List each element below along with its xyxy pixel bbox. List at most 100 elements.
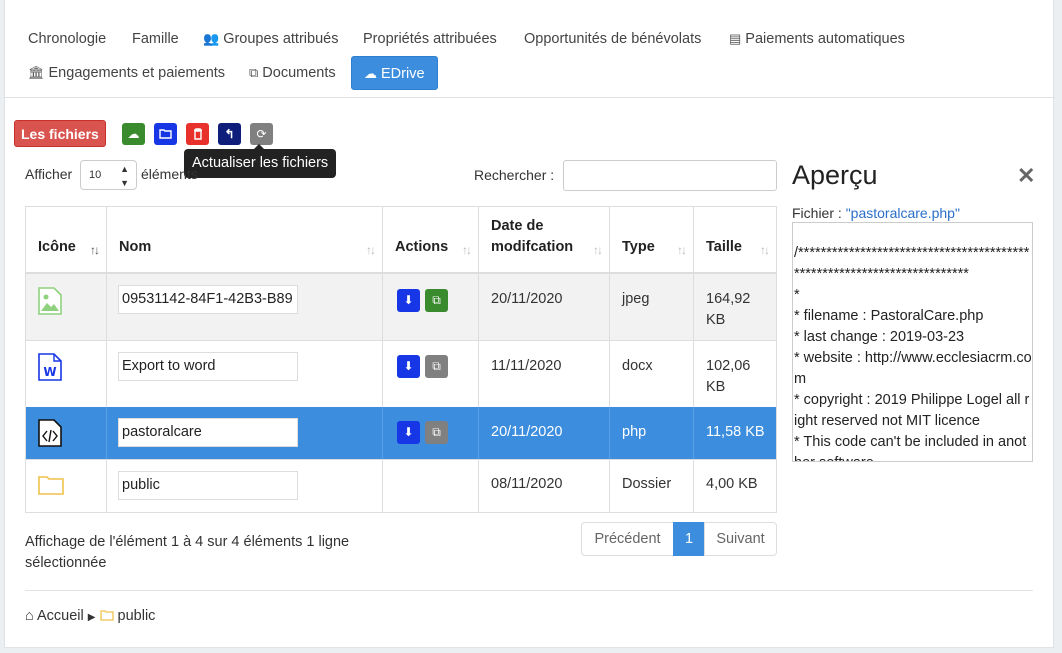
breadcrumb-home[interactable]: Accueil: [37, 608, 84, 624]
svg-text:W: W: [43, 365, 56, 379]
name-field[interactable]: pastoralcare: [118, 418, 298, 447]
refresh-button[interactable]: ⟳: [250, 123, 273, 145]
icon-cell: [26, 407, 107, 460]
type-text: Dossier: [622, 476, 672, 492]
footer-divider: [25, 590, 1033, 591]
name-field[interactable]: 09531142-84F1-42B3-B89: [118, 285, 298, 314]
table-info: Affichage de l'élément 1 à 4 sur 4 éléme…: [25, 534, 350, 571]
table-row-selected[interactable]: pastoralcare ⬇ ⧉ 20/11/2020 php 11,58 KB: [26, 407, 776, 460]
sort-icon: ↑↓: [593, 243, 603, 257]
type-cell: php: [610, 407, 694, 460]
tab-chronologie[interactable]: Chronologie: [19, 22, 115, 56]
tab-label: Engagements et paiements: [48, 65, 226, 81]
page-length-select[interactable]: 10 ▲ ▼: [80, 160, 137, 190]
folder-up-button[interactable]: ↰: [218, 123, 241, 145]
name-field[interactable]: public: [118, 471, 298, 500]
tab-label: EDrive: [381, 66, 425, 82]
tab-edrive[interactable]: ☁ EDrive: [351, 56, 438, 90]
share-icon: ⧉: [432, 425, 441, 439]
share-button[interactable]: ⧉: [425, 355, 448, 378]
size-cell: 11,58 KB: [694, 407, 776, 460]
new-folder-button[interactable]: [154, 123, 177, 145]
header-nom[interactable]: Nom ↑↓: [107, 207, 383, 274]
tab-famille[interactable]: Famille: [123, 22, 188, 56]
header-icone[interactable]: Icône ↑↓: [26, 207, 107, 274]
name-cell: 09531142-84F1-42B3-B89: [107, 274, 383, 341]
header-actions[interactable]: Actions ↑↓: [383, 207, 479, 274]
close-icon[interactable]: ✕: [1017, 163, 1035, 189]
profile-card: Chronologie Famille 👥 Groupes attribués P…: [4, 0, 1055, 648]
date-cell: 11/11/2020: [479, 341, 610, 407]
header-date[interactable]: Date de modifcation ↑↓: [479, 207, 610, 274]
home-icon: ⌂: [25, 608, 34, 624]
row-divider: [26, 459, 776, 460]
table-row[interactable]: public 08/11/2020 Dossier 4,00 KB: [26, 460, 776, 512]
word-file-icon: W: [38, 353, 62, 381]
credit-card-icon: ▤: [729, 31, 742, 46]
search-input[interactable]: [563, 160, 777, 191]
date-cell: 08/11/2020: [479, 460, 610, 512]
name-cell: pastoralcare: [107, 407, 383, 460]
header-label: Nom: [119, 239, 152, 255]
delete-button[interactable]: [186, 123, 209, 145]
caret-right-icon: ▶: [87, 612, 96, 623]
header-taille[interactable]: Taille ↑↓: [694, 207, 776, 274]
page-length-value: 10: [89, 169, 102, 181]
type-text: php: [622, 424, 647, 440]
tab-documents[interactable]: ⧉ Documents: [240, 56, 345, 90]
header-type[interactable]: Type ↑↓: [610, 207, 694, 274]
date-text: 08/11/2020: [491, 476, 563, 492]
tab-paiements-automatiques[interactable]: ▤ Paiements automatiques: [720, 22, 914, 56]
download-button[interactable]: ⬇: [397, 289, 420, 312]
date-cell: 20/11/2020: [479, 274, 610, 341]
next-page-button[interactable]: Suivant: [704, 522, 777, 556]
download-button[interactable]: ⬇: [397, 355, 420, 378]
size-cell: 164,92 KB: [694, 274, 776, 341]
size-text: 102,06 KB: [706, 358, 751, 395]
table-row[interactable]: W Export to word ⬇ ⧉ 11/11/2020 docx 102…: [26, 341, 776, 407]
size-cell: 102,06 KB: [694, 341, 776, 407]
date-text: 20/11/2020: [491, 424, 563, 440]
type-cell: jpeg: [610, 274, 694, 341]
breadcrumb: ⌂ Accueil ▶ public: [25, 608, 155, 624]
sort-icon: ↑↓: [366, 243, 376, 257]
previous-page-button[interactable]: Précédent: [581, 522, 674, 556]
level-up-icon: ↰: [224, 127, 235, 141]
type-text: docx: [622, 358, 653, 374]
size-text: 164,92 KB: [706, 291, 751, 328]
icon-cell: [26, 460, 107, 512]
download-button[interactable]: ⬇: [397, 421, 420, 444]
cloud-icon: ☁: [364, 66, 377, 81]
share-button[interactable]: ⧉: [425, 289, 448, 312]
sort-icon: ↑↓: [677, 243, 687, 257]
size-text: 4,00 KB: [706, 476, 758, 492]
table-row[interactable]: 09531142-84F1-42B3-B89 ⬇ ⧉ 20/11/2020 jp…: [26, 274, 776, 341]
tab-proprietes-attribuees[interactable]: Propriétés attribuées: [354, 22, 506, 56]
tab-groupes-attribues[interactable]: 👥 Groupes attribués: [194, 22, 347, 56]
sort-icon: ↑↓: [760, 243, 770, 257]
tab-opportunites-benevolats[interactable]: Opportunités de bénévolats: [515, 22, 710, 56]
name-field[interactable]: Export to word: [118, 352, 298, 381]
header-label: Taille: [706, 239, 742, 255]
tab-engagements-paiements[interactable]: 🏛 Engagements et paiements: [19, 56, 234, 90]
download-icon: ⬇: [403, 293, 414, 307]
preview-content[interactable]: /***************************************…: [792, 222, 1033, 462]
trash-icon: [193, 128, 202, 140]
tab-label: Documents: [262, 65, 336, 81]
header-label: Type: [622, 239, 655, 255]
files-label: Les fichiers: [14, 120, 106, 147]
tabs-divider: [5, 97, 1055, 98]
refresh-icon: ⟳: [256, 127, 267, 141]
share-button[interactable]: ⧉: [425, 421, 448, 444]
tab-label: Paiements automatiques: [745, 31, 905, 47]
actions-cell: ⬇ ⧉: [383, 341, 479, 407]
date-text: 20/11/2020: [491, 291, 563, 307]
refresh-tooltip: Actualiser les fichiers: [184, 144, 337, 178]
bank-icon: 🏛: [28, 65, 45, 80]
actions-cell: ⬇ ⧉: [383, 274, 479, 341]
tab-label: Famille: [132, 31, 179, 47]
page-1-button[interactable]: 1: [673, 522, 705, 556]
upload-button[interactable]: ☁: [122, 123, 145, 145]
breadcrumb-folder[interactable]: public: [118, 608, 156, 624]
preview-file-link[interactable]: "pastoralcare.php": [846, 205, 960, 221]
